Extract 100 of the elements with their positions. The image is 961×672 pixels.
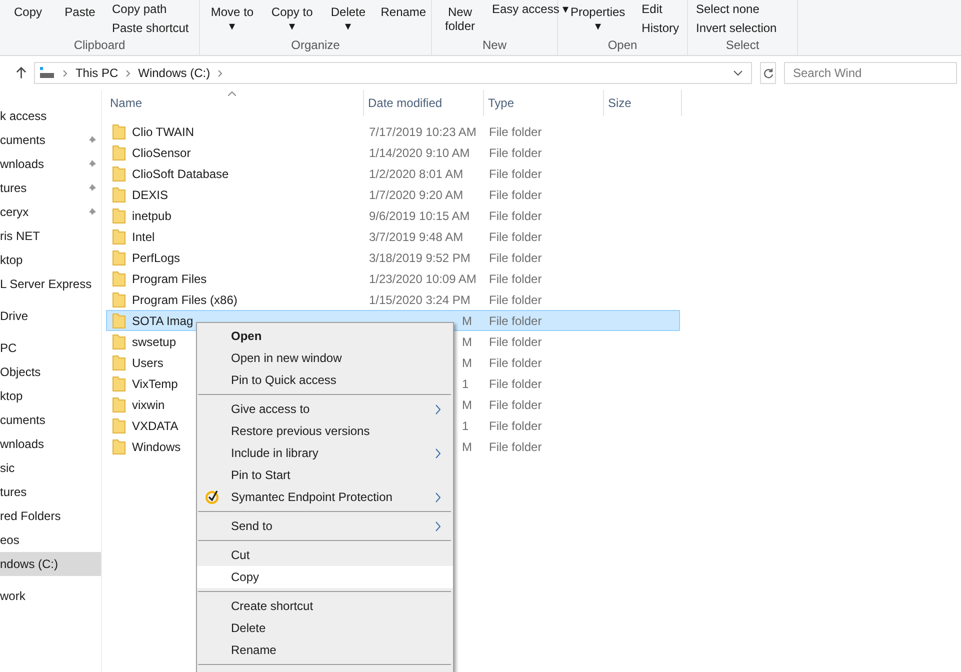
ribbon-button[interactable]: Easy access ▾: [492, 0, 569, 17]
ribbon-button[interactable]: Rename: [380, 4, 423, 20]
ribbon-button[interactable]: Paste shortcut: [112, 19, 189, 36]
file-type: File folder: [488, 292, 543, 308]
file-name[interactable]: Clio TWAIN: [132, 122, 194, 140]
ribbon-button[interactable]: History: [642, 19, 679, 36]
nav-item[interactable]: ktop: [0, 248, 101, 272]
file-name[interactable]: SOTA Imag: [132, 312, 194, 330]
dropdown-icon[interactable]: [733, 70, 744, 76]
file-type: File folder: [488, 228, 543, 246]
menu-item[interactable]: Symantec Endpoint Protection: [197, 486, 453, 508]
file-name[interactable]: DEXIS: [132, 186, 168, 204]
menu-item[interactable]: Create shortcut: [197, 595, 453, 617]
address-field[interactable]: This PC Windows (C:): [34, 62, 752, 84]
refresh-button[interactable]: [760, 62, 776, 84]
folder-icon: [112, 166, 126, 182]
ribbon-group-label: Clipboard: [72, 38, 126, 54]
search-field[interactable]: Search Wind: [784, 62, 957, 84]
column-header[interactable]: Date modified: [364, 90, 484, 116]
ribbon-button[interactable]: Copy path: [112, 0, 189, 17]
folder-icon: [112, 208, 126, 224]
date-modified: 1/15/2020 3:24 PM: [368, 292, 470, 308]
nav-item[interactable]: work: [0, 584, 101, 608]
ribbon-group-label: New: [481, 38, 508, 54]
file-type: File folder: [488, 166, 543, 182]
file-name[interactable]: vixwin: [132, 396, 165, 414]
ribbon-button[interactable]: Copy: [8, 4, 48, 20]
file-name[interactable]: Program Files: [132, 270, 207, 288]
ribbon-button[interactable]: Edit: [642, 0, 679, 17]
nav-item[interactable]: cuments: [0, 408, 101, 432]
breadcrumb[interactable]: This PC: [75, 64, 118, 82]
file-name[interactable]: swsetup: [132, 332, 176, 350]
ribbon-button[interactable]: Move to ▾: [208, 4, 256, 34]
file-name[interactable]: VixTemp: [132, 374, 178, 392]
nav-item[interactable]: Drive: [0, 304, 101, 328]
ribbon-button[interactable]: New folder: [440, 4, 480, 34]
file-name[interactable]: VXDATA: [132, 416, 178, 434]
menu-item[interactable]: Send to: [197, 515, 453, 537]
folder-icon: [112, 396, 126, 412]
menu-label: Pin to Start: [231, 467, 292, 484]
ribbon-group-label: Select: [724, 38, 760, 54]
chevron-icon: [218, 70, 222, 76]
menu-item[interactable]: Restore previous versions: [197, 420, 453, 442]
column-header[interactable]: Type: [484, 90, 604, 116]
file-type: File folder: [488, 144, 543, 162]
file-type: File folder: [488, 418, 543, 434]
file-type: File folder: [488, 124, 543, 140]
menu-item[interactable]: Give access to: [197, 398, 453, 420]
date-modified: 7/17/2019 10:23 AM: [368, 124, 476, 140]
date-modified: 1/2/2020 8:01 AM: [368, 166, 464, 182]
file-name[interactable]: Program Files (x86): [132, 290, 238, 308]
column-header[interactable]: Name: [106, 90, 364, 116]
nav-item[interactable]: tures: [0, 176, 101, 200]
menu-item[interactable]: Pin to Quick access: [197, 369, 453, 391]
nav-item[interactable]: eos: [0, 528, 101, 552]
file-name[interactable]: ClioSoft Database: [132, 164, 229, 182]
nav-item[interactable]: cuments: [0, 128, 101, 152]
file-name[interactable]: PerfLogs: [132, 248, 180, 266]
file-type: File folder: [488, 438, 543, 456]
date-modified: M: [462, 438, 472, 456]
nav-item[interactable]: PC: [0, 336, 101, 360]
up-arrow-icon[interactable]: [16, 66, 26, 80]
menu-label: Open in new window: [231, 350, 343, 367]
nav-item[interactable]: red Folders: [0, 504, 101, 528]
nav-item[interactable]: ndows (C:): [0, 552, 101, 576]
menu-label: Copy: [231, 569, 260, 586]
nav-item[interactable]: ceryx: [0, 200, 101, 224]
ribbon-button[interactable]: Invert selection: [696, 19, 777, 36]
nav-item[interactable]: ris NET: [0, 224, 101, 248]
nav-item[interactable]: Objects: [0, 360, 101, 384]
menu-item[interactable]: Pin to Start: [197, 464, 453, 486]
nav-item[interactable]: L Server Express: [0, 272, 101, 296]
menu-item[interactable]: Cut: [197, 544, 453, 566]
menu-item[interactable]: Copy: [197, 566, 453, 588]
menu-label: Pin to Quick access: [231, 372, 338, 389]
nav-item[interactable]: wnloads: [0, 152, 101, 176]
nav-item[interactable]: wnloads: [0, 432, 101, 456]
nav-item[interactable]: sic: [0, 456, 101, 480]
menu-item[interactable]: Delete: [197, 617, 453, 639]
file-name[interactable]: Windows: [132, 438, 181, 456]
ribbon-button[interactable]: Select none: [696, 0, 777, 17]
nav-item[interactable]: tures: [0, 480, 101, 504]
file-type: File folder: [488, 354, 543, 372]
menu-item[interactable]: Include in library: [197, 442, 453, 464]
menu-item[interactable]: Open in new window: [197, 347, 453, 369]
file-name[interactable]: inetpub: [132, 206, 172, 224]
breadcrumb[interactable]: Windows (C:): [138, 64, 210, 82]
folder-icon: [112, 438, 126, 454]
column-header[interactable]: Size: [604, 90, 682, 116]
file-name[interactable]: Intel: [132, 228, 155, 246]
date-modified: 3/7/2019 9:48 AM: [368, 228, 464, 246]
menu-item[interactable]: Rename: [197, 639, 453, 661]
ribbon-button[interactable]: Copy to ▾: [268, 4, 316, 34]
file-name[interactable]: ClioSensor: [132, 144, 191, 162]
nav-item[interactable]: k access: [0, 104, 101, 128]
nav-item[interactable]: ktop: [0, 384, 101, 408]
file-name[interactable]: Users: [132, 354, 164, 372]
ribbon-button[interactable]: Delete ▾: [328, 4, 369, 34]
file-type: File folder: [488, 334, 543, 350]
ribbon-button[interactable]: Paste: [60, 4, 100, 20]
